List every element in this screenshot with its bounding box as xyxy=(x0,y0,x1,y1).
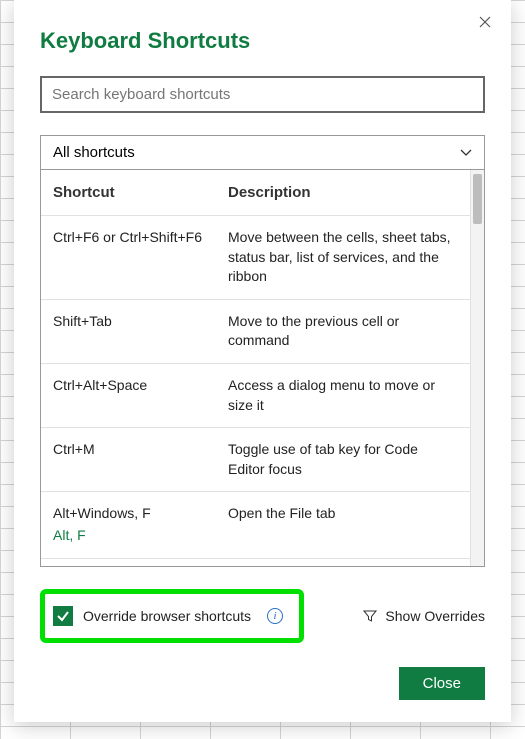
description-cell: Open the File tab xyxy=(216,492,470,558)
close-button[interactable]: Close xyxy=(399,667,485,700)
chevron-down-icon xyxy=(460,149,472,157)
footer-row: Override browser shortcuts i Show Overri… xyxy=(40,589,485,643)
table-row: Shift+TabMove to the previous cell or co… xyxy=(41,299,470,363)
scrollbar-thumb[interactable] xyxy=(473,174,482,224)
column-header-description: Description xyxy=(216,170,470,216)
shortcut-cell: Alt+Windows, HAlt, H xyxy=(41,558,216,566)
filter-selected-label: All shortcuts xyxy=(53,144,135,161)
shortcut-cell: Ctrl+Alt+Space xyxy=(41,363,216,427)
table-row: Ctrl+F6 or Ctrl+Shift+F6Move between the… xyxy=(41,216,470,300)
filter-dropdown[interactable]: All shortcuts xyxy=(40,135,485,170)
shortcut-cell: Ctrl+M xyxy=(41,428,216,492)
scrollbar[interactable] xyxy=(470,170,484,566)
button-row: Close xyxy=(40,667,485,700)
shortcuts-table: Shortcut Description Ctrl+F6 or Ctrl+Shi… xyxy=(41,170,470,566)
table-row: Ctrl+MToggle use of tab key for Code Edi… xyxy=(41,428,470,492)
dialog-title: Keyboard Shortcuts xyxy=(40,28,485,54)
filter-icon xyxy=(363,609,377,623)
table-row: Alt+Windows, HAlt, HOpen the Home tab xyxy=(41,558,470,566)
description-cell: Open the Home tab xyxy=(216,558,470,566)
description-cell: Access a dialog menu to move or size it xyxy=(216,363,470,427)
description-cell: Move between the cells, sheet tabs, stat… xyxy=(216,216,470,300)
shortcut-cell: Alt+Windows, FAlt, F xyxy=(41,492,216,558)
override-highlight: Override browser shortcuts i xyxy=(40,589,304,643)
keyboard-shortcuts-dialog: Keyboard Shortcuts All shortcuts Shortcu… xyxy=(14,0,511,722)
show-overrides-label: Show Overrides xyxy=(385,608,485,624)
description-cell: Toggle use of tab key for Code Editor fo… xyxy=(216,428,470,492)
override-label: Override browser shortcuts xyxy=(83,608,251,624)
close-icon[interactable] xyxy=(475,12,495,32)
shortcuts-table-container: Shortcut Description Ctrl+F6 or Ctrl+Shi… xyxy=(40,170,485,567)
info-icon[interactable]: i xyxy=(267,608,283,624)
shortcut-cell: Shift+Tab xyxy=(41,299,216,363)
alt-shortcut: Alt, F xyxy=(53,526,204,546)
search-input[interactable] xyxy=(40,76,485,113)
table-row: Alt+Windows, FAlt, FOpen the File tab xyxy=(41,492,470,558)
table-row: Ctrl+Alt+SpaceAccess a dialog menu to mo… xyxy=(41,363,470,427)
override-checkbox[interactable] xyxy=(53,606,73,626)
shortcut-cell: Ctrl+F6 or Ctrl+Shift+F6 xyxy=(41,216,216,300)
description-cell: Move to the previous cell or command xyxy=(216,299,470,363)
show-overrides-button[interactable]: Show Overrides xyxy=(363,608,485,624)
column-header-shortcut: Shortcut xyxy=(41,170,216,216)
